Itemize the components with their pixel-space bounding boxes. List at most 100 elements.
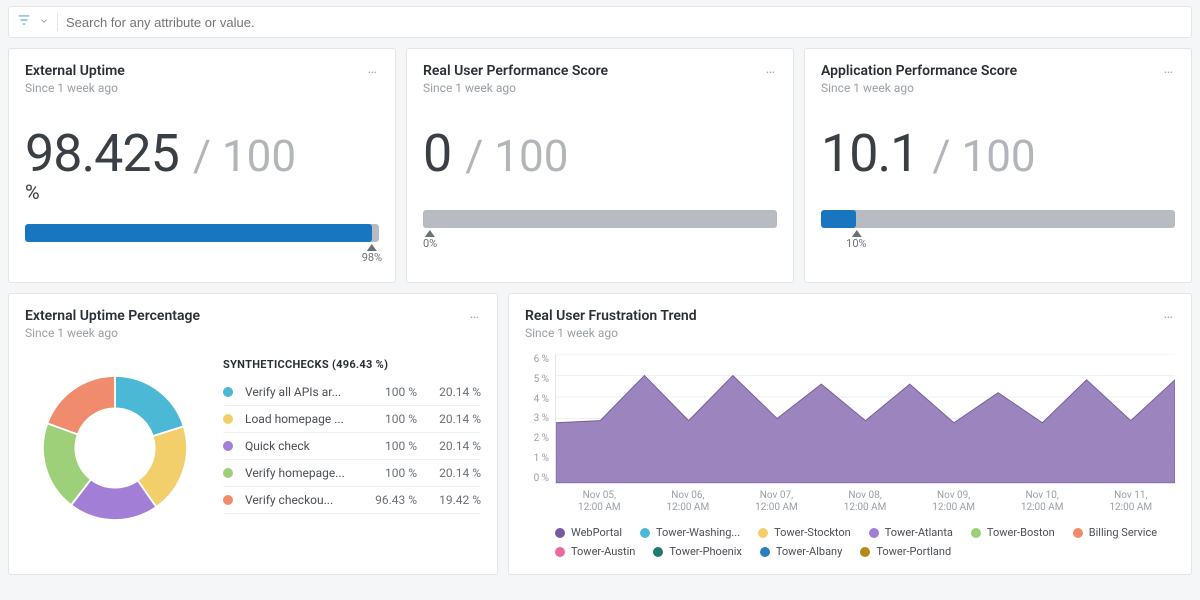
legend-item[interactable]: Tower-Phoenix [653, 545, 741, 558]
y-tick: 0 % [525, 473, 549, 484]
legend-label: Billing Service [1089, 526, 1157, 539]
card-title: External Uptime Percentage [25, 308, 481, 324]
donut-slice[interactable] [47, 376, 115, 434]
more-icon[interactable]: … [760, 59, 783, 79]
legend-label: Tower-Phoenix [669, 545, 741, 558]
y-tick: 2 % [525, 433, 549, 444]
swatch-icon [869, 528, 879, 538]
legend-item[interactable]: Tower-Austin [555, 545, 635, 558]
swatch-icon [555, 528, 565, 538]
swatch-icon [223, 414, 233, 424]
external-uptime-card: … External Uptime Since 1 week ago 98.42… [8, 48, 396, 283]
donut-chart [25, 358, 205, 542]
legend-label: WebPortal [571, 526, 622, 539]
area-series [556, 376, 1175, 484]
frustration-trend-card: … Real User Frustration Trend Since 1 we… [508, 293, 1192, 575]
table-row[interactable]: Verify all APIs ar... 100 % 20.14 % [223, 379, 481, 406]
y-tick: 1 % [525, 453, 549, 464]
checks-title: SYNTHETICCHECKS (496.43 %) [223, 358, 481, 371]
swatch-icon [640, 528, 650, 538]
card-title: Application Performance Score [821, 63, 1175, 79]
more-icon[interactable]: … [362, 59, 385, 79]
legend-label: Tower-Boston [987, 526, 1055, 539]
progress-marker: 98% [362, 244, 382, 264]
check-value-1: 100 % [367, 412, 417, 426]
check-value-1: 100 % [367, 466, 417, 480]
check-name: Verify all APIs ar... [245, 385, 359, 399]
legend-label: Tower-Atlanta [885, 526, 953, 539]
chevron-down-icon[interactable] [39, 16, 49, 29]
legend-item[interactable]: Tower-Portland [860, 545, 951, 558]
score-denom: / 100 [193, 130, 296, 182]
legend-item[interactable]: Tower-Boston [971, 526, 1055, 539]
table-row[interactable]: Load homepage ...100 %20.14 % [223, 406, 481, 433]
card-subtitle: Since 1 week ago [25, 326, 481, 340]
legend-label: Tower-Stockton [774, 526, 851, 539]
swatch-icon [971, 528, 981, 538]
check-value-2: 20.14 % [425, 385, 481, 399]
more-icon[interactable]: … [1158, 59, 1181, 79]
x-tick: Nov 10,12:00 AM [998, 490, 1087, 514]
check-name: Load homepage ... [245, 412, 359, 426]
progress-bar [423, 210, 777, 228]
legend-item[interactable]: Tower-Stockton [758, 526, 851, 539]
more-icon[interactable]: … [464, 304, 487, 324]
swatch-icon [223, 468, 233, 478]
donut-slice[interactable] [115, 376, 184, 436]
card-subtitle: Since 1 week ago [25, 81, 379, 95]
card-title: Real User Performance Score [423, 63, 777, 79]
progress-bar [25, 224, 379, 242]
legend: WebPortal Tower-Washing... Tower-Stockton T… [555, 526, 1175, 558]
score-value: 10.1 [821, 123, 918, 184]
card-subtitle: Since 1 week ago [525, 326, 1175, 340]
check-name: Verify checkou... [245, 493, 359, 507]
check-value-1: 96.43 % [367, 493, 417, 507]
progress-marker: 10% [846, 230, 866, 250]
swatch-icon [758, 528, 768, 538]
table-row[interactable]: Quick check100 %20.14 % [223, 433, 481, 460]
swatch-icon [760, 547, 770, 557]
score-denom: / 100 [465, 130, 568, 182]
real-user-score-card: … Real User Performance Score Since 1 we… [406, 48, 794, 283]
x-tick: Nov 07,12:00 AM [732, 490, 821, 514]
swatch-icon [555, 547, 565, 557]
legend-item[interactable]: Tower-Albany [760, 545, 842, 558]
card-subtitle: Since 1 week ago [821, 81, 1175, 95]
card-subtitle: Since 1 week ago [423, 81, 777, 95]
x-tick: Nov 11,12:00 AM [1086, 490, 1175, 514]
legend-label: Tower-Austin [571, 545, 635, 558]
legend-item[interactable]: Tower-Atlanta [869, 526, 953, 539]
legend-label: Tower-Albany [776, 545, 842, 558]
table-row[interactable]: Verify homepage... 100 % 20.14 % [223, 460, 481, 487]
card-title: External Uptime [25, 63, 379, 79]
swatch-icon [223, 387, 233, 397]
filter-icon[interactable] [17, 13, 31, 31]
score-value: 0 [423, 123, 451, 184]
check-value-1: 100 % [367, 439, 417, 453]
swatch-icon [223, 441, 233, 451]
search-bar[interactable] [8, 6, 1192, 38]
check-value-2: 19.42 % [425, 493, 481, 507]
progress-marker: 0% [423, 230, 437, 250]
y-tick: 6 % [525, 354, 549, 365]
check-value-1: 100 % [367, 385, 417, 399]
legend-item[interactable]: WebPortal [555, 526, 622, 539]
card-title: Real User Frustration Trend [525, 308, 1175, 324]
application-score-card: … Application Performance Score Since 1 … [804, 48, 1192, 283]
legend-item[interactable]: Tower-Washing... [640, 526, 740, 539]
more-icon[interactable]: … [1158, 304, 1181, 324]
legend-item[interactable]: Billing Service [1073, 526, 1157, 539]
y-tick: 4 % [525, 394, 549, 405]
table-row[interactable]: Verify checkou... 96.43 % 19.42 % [223, 487, 481, 514]
search-input[interactable] [66, 15, 1183, 30]
area-chart: 6 %5 %4 %3 %2 %1 %0 % [525, 354, 1175, 484]
legend-label: Tower-Washing... [656, 526, 740, 539]
x-tick: Nov 06,12:00 AM [644, 490, 733, 514]
y-tick: 5 % [525, 374, 549, 385]
swatch-icon [223, 495, 233, 505]
uptime-percentage-card: … External Uptime Percentage Since 1 wee… [8, 293, 498, 575]
check-value-2: 20.14 % [425, 466, 481, 480]
check-name: Verify homepage... [245, 466, 359, 480]
score-cards-row: … External Uptime Since 1 week ago 98.42… [8, 48, 1192, 283]
x-tick: Nov 08,12:00 AM [821, 490, 910, 514]
